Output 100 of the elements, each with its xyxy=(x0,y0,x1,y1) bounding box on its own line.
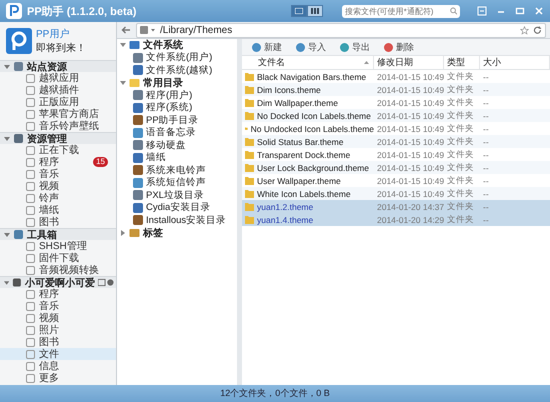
file-size: -- xyxy=(482,84,490,94)
sidebar-item[interactable]: 苹果官方商店 xyxy=(0,108,116,120)
sidebar-item[interactable]: 固件下载 xyxy=(0,252,116,264)
sidebar-item[interactable]: 程序 15 xyxy=(0,156,116,168)
grid-view-button[interactable] xyxy=(307,5,323,17)
file-row[interactable]: Transparent Dock.theme 2014-01-15 10:49 文件夹 -- xyxy=(242,148,550,161)
tree-item[interactable]: 语音备忘录 xyxy=(117,126,237,139)
file-name: Transparent Dock.theme xyxy=(257,150,350,160)
sidebar-item[interactable]: 图书 xyxy=(0,216,116,228)
file-row[interactable]: White Icon Labels.theme 2014-01-15 10:49 文件夹 -- xyxy=(242,187,550,200)
app-icon xyxy=(133,165,143,176)
grid-view-icon xyxy=(311,8,319,14)
toolbar-button[interactable]: 导入 xyxy=(290,40,332,54)
sidebar-item[interactable]: 越狱应用 xyxy=(0,72,116,84)
device-status-icon xyxy=(98,278,114,287)
file-row[interactable]: User Wallpaper.theme 2014-01-15 10:49 文件夹 -- xyxy=(242,174,550,187)
tree-item[interactable]: 文件系统(越狱) xyxy=(117,64,237,76)
sidebar-item[interactable]: 图书 xyxy=(0,336,116,348)
file-name: No Undocked Icon Labels.theme xyxy=(250,124,374,134)
toolbar-button[interactable]: 新建 xyxy=(246,40,288,54)
tree-item[interactable]: 墙纸 xyxy=(117,152,237,164)
app-icon xyxy=(133,52,143,63)
file-size: -- xyxy=(482,124,490,134)
file-row[interactable]: yuan1.2.theme 2014-01-20 14:37 文件夹 -- xyxy=(242,200,550,213)
close-icon[interactable] xyxy=(534,6,544,16)
sidebar-item[interactable]: 正在下载 xyxy=(0,144,116,156)
tree-item[interactable]: 文件系统(用户) xyxy=(117,52,237,64)
app-icon xyxy=(133,178,143,188)
folder-icon xyxy=(129,78,140,88)
star-icon[interactable] xyxy=(520,26,529,34)
tree-item[interactable]: 程序(用户) xyxy=(117,89,237,102)
column-header[interactable]: 类型 xyxy=(444,56,480,69)
tree-item[interactable]: 程序(系统) xyxy=(117,102,237,114)
file-row[interactable]: Black Navigation Bars.theme 2014-01-15 10:49 文件夹 -- xyxy=(242,70,550,83)
file-type: 文件夹 xyxy=(446,214,475,226)
tree-item[interactable]: 系统短信铃声 xyxy=(117,176,237,189)
section-header[interactable]: 工具箱 xyxy=(0,228,116,240)
sidebar-item[interactable]: 视频 xyxy=(0,180,116,192)
refresh-icon[interactable] xyxy=(533,26,542,34)
file-type: 文件夹 xyxy=(446,70,475,82)
maximize-icon[interactable] xyxy=(515,6,525,16)
app-icon xyxy=(133,152,143,163)
section-icon xyxy=(13,61,24,72)
file-row[interactable]: yuan1.4.theme 2014-01-20 14:29 文件夹 -- xyxy=(242,213,550,226)
sidebar-item[interactable]: 视频 xyxy=(0,312,116,324)
sidebar-item[interactable]: 墙纸 xyxy=(0,204,116,216)
back-icon[interactable] xyxy=(121,26,131,34)
tree-item[interactable]: PP助手目录 xyxy=(117,114,237,126)
sidebar-item[interactable]: 铃声 xyxy=(0,192,116,204)
section-header[interactable]: 站点资源 xyxy=(0,60,116,72)
file-row[interactable]: User Lock Background.theme 2014-01-15 10:49 文件夹 -- xyxy=(242,161,550,174)
file-name: User Wallpaper.theme xyxy=(257,176,341,186)
tree-item[interactable]: 移动硬盘 xyxy=(117,139,237,152)
device-dropdown-icon[interactable] xyxy=(140,26,156,34)
search-field[interactable]: 搜索文件(可使用*通配符) xyxy=(342,4,460,18)
modified-date: 2014-01-15 10:49 xyxy=(376,150,444,160)
tree-node[interactable]: 常用目录 xyxy=(117,76,237,89)
column-header[interactable]: 修改日期 xyxy=(374,56,444,69)
modified-date: 2014-01-15 10:49 xyxy=(376,124,444,134)
window-title: PP助手 (1.1.2.0, beta) xyxy=(27,4,136,18)
file-name: White Icon Labels.theme xyxy=(257,188,351,198)
user-name[interactable]: PP用户 xyxy=(36,27,86,41)
collapse-arrow-icon xyxy=(4,280,10,284)
sidebar-item[interactable]: 照片 xyxy=(0,324,116,336)
modified-date: 2014-01-15 10:49 xyxy=(376,188,444,198)
sidebar-item[interactable]: 程序 xyxy=(0,288,116,300)
section-header[interactable]: 资源管理 xyxy=(0,132,116,144)
file-size: -- xyxy=(482,162,490,172)
tree-item[interactable]: Installous安装目录 xyxy=(117,214,237,226)
file-row[interactable]: No Docked Icon Labels.theme 2014-01-15 10:49 文件夹 -- xyxy=(242,109,550,122)
address-field[interactable]: /Library/Themes xyxy=(136,22,546,38)
sidebar-item[interactable]: 音乐 xyxy=(0,300,116,312)
modified-date: 2014-01-15 10:49 xyxy=(376,72,444,82)
tree-node[interactable]: 文件系统 xyxy=(117,39,237,52)
file-row[interactable]: No Undocked Icon Labels.theme 2014-01-15 10:49 文件夹 -- xyxy=(242,122,550,135)
collapse-arrow-icon xyxy=(4,136,10,140)
toolbar-button[interactable]: 删除 xyxy=(378,40,420,54)
tree-item[interactable]: Cydia安装目录 xyxy=(117,202,237,214)
sidebar-item[interactable]: 音乐 xyxy=(0,168,116,180)
sidebar-item[interactable]: 更多 xyxy=(0,372,116,384)
column-header[interactable]: 大小 xyxy=(480,56,550,69)
section-icon xyxy=(13,229,24,240)
sidebar-item[interactable]: 音频视频转换 xyxy=(0,264,116,276)
sidebar-item[interactable]: 音乐铃声壁纸 xyxy=(0,120,116,132)
sidebar-item[interactable]: 越狱插件 xyxy=(0,84,116,96)
sidebar-item[interactable]: SHSH管理 xyxy=(0,240,116,252)
file-row[interactable]: Solid Status Bar.theme 2014-01-15 10:49 文件夹 -- xyxy=(242,135,550,148)
sidebar-item[interactable]: 信息 xyxy=(0,360,116,372)
sidebar-item[interactable]: 文件 xyxy=(0,348,116,360)
sidebar-item[interactable]: 正版应用 xyxy=(0,96,116,108)
file-size: -- xyxy=(482,150,490,160)
tree-node[interactable]: 标签 xyxy=(117,226,237,239)
list-view-button[interactable] xyxy=(291,5,307,17)
tree-item[interactable]: 系统来电铃声 xyxy=(117,164,237,176)
column-header[interactable]: 文件名 xyxy=(242,56,374,69)
file-row[interactable]: Dim Icons.theme 2014-01-15 10:49 文件夹 -- xyxy=(242,83,550,96)
tree-item[interactable]: PXL垃圾目录 xyxy=(117,189,237,202)
section-header[interactable]: 小可爱啊小可爱 xyxy=(0,276,116,288)
toolbar-button[interactable]: 导出 xyxy=(334,40,376,54)
file-row[interactable]: Dim Wallpaper.theme 2014-01-15 10:49 文件夹 -- xyxy=(242,96,550,109)
